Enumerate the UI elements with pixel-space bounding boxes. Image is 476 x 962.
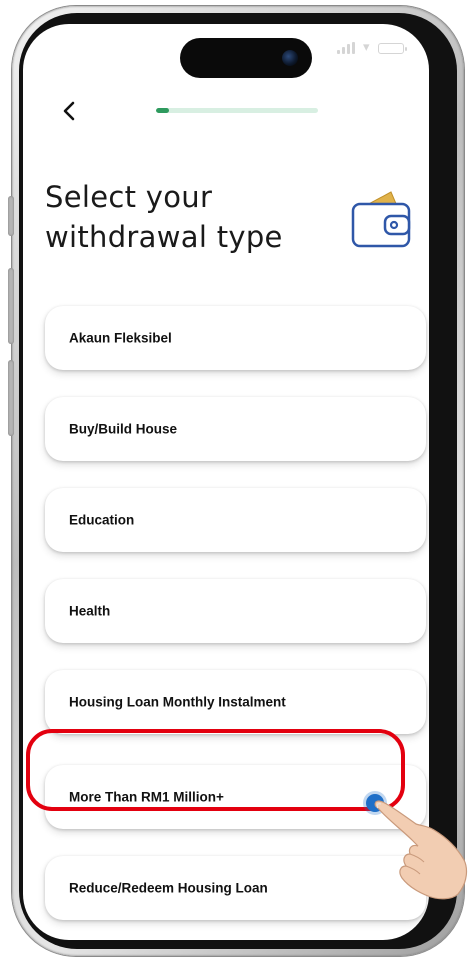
back-button[interactable] [55, 96, 85, 126]
progress-bar [156, 108, 318, 113]
option-health[interactable]: Health [45, 579, 426, 643]
volume-down-button [8, 360, 14, 436]
option-label: More Than RM1 Million+ [69, 789, 224, 805]
option-label: Reduce/Redeem Housing Loan [69, 880, 268, 896]
option-akaun-fleksibel[interactable]: Akaun Fleksibel [45, 306, 426, 370]
chevron-left-icon [63, 101, 75, 121]
camera-icon [282, 50, 298, 66]
wifi-icon: ▾ [363, 40, 370, 55]
wallet-icon [351, 191, 411, 248]
page-title-line-2: withdrawal type [45, 220, 283, 254]
volume-up-button [8, 268, 14, 344]
option-buy-build-house[interactable]: Buy/Build House [45, 397, 426, 461]
page-title-line-1: Select your [45, 180, 213, 214]
signal-icon [337, 42, 355, 54]
option-reduce-redeem-housing-loan[interactable]: Reduce/Redeem Housing Loan [45, 856, 426, 920]
option-label: Akaun Fleksibel [69, 330, 172, 346]
progress-bar-fill [156, 108, 169, 113]
option-label: Health [69, 603, 111, 619]
option-housing-loan-monthly-instalment[interactable]: Housing Loan Monthly Instalment [45, 670, 426, 734]
option-label: Buy/Build House [69, 421, 178, 437]
mute-switch [8, 196, 14, 236]
page-title: Select your withdrawal type [45, 177, 325, 257]
battery-icon [377, 42, 407, 54]
option-education[interactable]: Education [45, 488, 426, 552]
option-label: Housing Loan Monthly Instalment [69, 694, 286, 710]
option-label: Education [69, 512, 135, 528]
dynamic-island [180, 38, 312, 78]
status-bar: ▾ [337, 40, 407, 55]
hand-pointer-icon [374, 800, 468, 900]
